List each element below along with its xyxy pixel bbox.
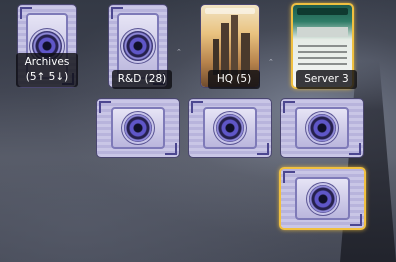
server-3-ice-card[interactable] <box>279 167 366 230</box>
hq-ice-card[interactable] <box>280 98 364 158</box>
archives-name: Archives <box>24 56 70 68</box>
archives-ice-card[interactable] <box>96 98 180 158</box>
bird-icon: ⌃ <box>268 58 274 66</box>
rnd-ice-card[interactable] <box>188 98 272 158</box>
card-back-eye-icon <box>308 184 337 213</box>
card-back-eye-icon <box>216 114 244 142</box>
background-tower <box>340 60 396 262</box>
card-back-eye-icon <box>124 114 152 142</box>
card-back-eye-icon <box>308 114 336 142</box>
archives-label: Archives (5↑ 5↓) <box>16 53 78 87</box>
archives-counts: (5↑ 5↓) <box>25 71 69 83</box>
hq-label: HQ (5) <box>208 70 260 89</box>
card-back-eye-icon <box>123 31 153 61</box>
server-3-label: Server 3 <box>296 70 357 89</box>
rnd-label: R&D (28) <box>112 70 172 89</box>
bird-icon: ⌃ <box>176 48 182 56</box>
game-board: ⌃ ⌃ ⌃ ⌃ Archives (5↑ 5↓) R&D (28) HQ (5) <box>0 0 396 262</box>
